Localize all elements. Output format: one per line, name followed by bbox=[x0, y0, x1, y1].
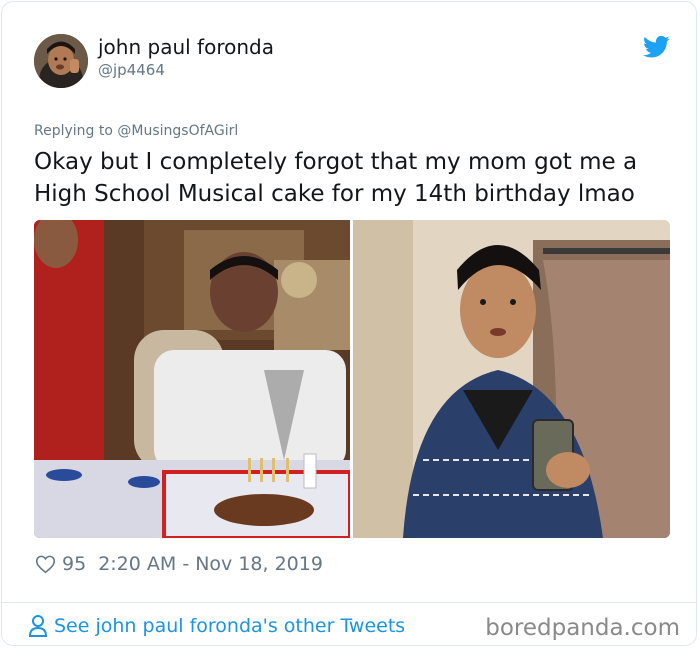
see-other-tweets-label: See john paul foronda's other Tweets bbox=[54, 615, 406, 637]
tweet-meta: 95 2:20 AM - Nov 18, 2019 bbox=[35, 550, 323, 578]
avatar-photo bbox=[34, 34, 88, 88]
tweet-media[interactable] bbox=[34, 220, 670, 538]
tweet-line-2: High School Musical cake for my 14th bir… bbox=[34, 181, 635, 207]
tweet-timestamp[interactable]: 2:20 AM - Nov 18, 2019 bbox=[98, 553, 323, 575]
replying-to: Replying to @MusingsOfAGirl bbox=[34, 123, 238, 139]
reply-mention-link[interactable]: @MusingsOfAGirl bbox=[117, 123, 238, 139]
twitter-bird-icon[interactable] bbox=[643, 35, 670, 59]
like-count[interactable]: 95 bbox=[62, 553, 86, 575]
see-other-tweets-link[interactable]: See john paul foronda's other Tweets bbox=[28, 614, 405, 638]
author-name[interactable]: john paul foronda bbox=[98, 35, 274, 59]
heart-icon[interactable] bbox=[35, 554, 56, 574]
tweet-text: Okay but I completely forgot that my mom… bbox=[34, 146, 674, 210]
person-icon bbox=[28, 615, 48, 637]
birthday-photo bbox=[34, 220, 350, 538]
footer-divider bbox=[2, 602, 696, 603]
selfie-photo bbox=[353, 220, 670, 538]
tweet-line-1: Okay but I completely forgot that my mom… bbox=[34, 149, 638, 175]
tweet-card: john paul foronda @jp4464 Replying to @M… bbox=[1, 1, 697, 646]
photo-selfie[interactable] bbox=[353, 220, 670, 538]
author-handle[interactable]: @jp4464 bbox=[98, 61, 165, 79]
photo-birthday-cake[interactable] bbox=[34, 220, 350, 538]
boredpanda-watermark: boredpanda.com bbox=[485, 615, 680, 641]
replying-prefix: Replying to bbox=[34, 123, 113, 139]
author-avatar[interactable] bbox=[34, 34, 88, 88]
